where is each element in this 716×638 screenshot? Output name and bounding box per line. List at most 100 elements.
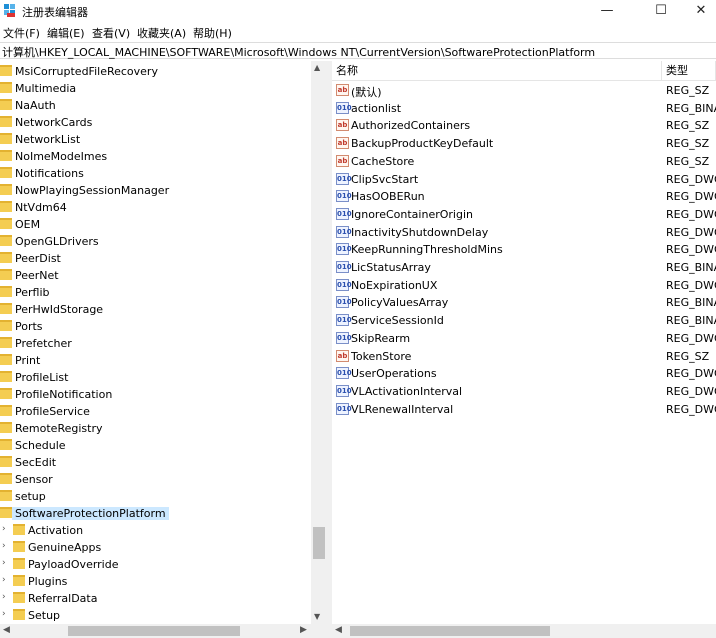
folder-icon <box>13 558 25 569</box>
folder-icon <box>0 201 12 212</box>
value-type: REG_DWO <box>666 278 716 292</box>
tree-item-label: OpenGLDrivers <box>15 235 99 248</box>
menu-edit[interactable]: 编辑(E) <box>47 25 85 41</box>
folder-icon <box>13 575 25 586</box>
value-type: REG_BINA <box>666 314 716 328</box>
string-value-icon: ab <box>336 119 349 132</box>
column-header-name[interactable]: 名称 <box>332 61 662 81</box>
values-horizontal-scrollbar[interactable]: ◀ <box>332 624 716 638</box>
tree-item-label: Sensor <box>15 473 53 486</box>
address-bar[interactable]: 计算机\HKEY_LOCAL_MACHINE\SOFTWARE\Microsof… <box>0 42 716 59</box>
expand-chevron-icon[interactable]: › <box>2 558 6 568</box>
string-value-icon: ab <box>336 137 349 150</box>
value-row[interactable]: 010 LicStatusArray REG_BINA <box>332 259 716 276</box>
tree-item-label: Ports <box>15 320 43 333</box>
menu-bar: 文件(F) 编辑(E) 查看(V) 收藏夹(A) 帮助(H) <box>0 22 716 40</box>
value-row[interactable]: 010UserOperations REG_DWO <box>332 365 716 382</box>
tree-vertical-scrollbar[interactable]: ▲ ▼ <box>311 61 327 624</box>
menu-help[interactable]: 帮助(H) <box>193 25 232 41</box>
value-row[interactable]: 010VLActivationInterval REG_DWO <box>332 383 716 400</box>
minimize-button[interactable]: — <box>584 0 630 22</box>
value-name: LicStatusArray <box>351 261 431 274</box>
expand-chevron-icon[interactable]: › <box>2 609 6 619</box>
folder-icon <box>0 388 12 399</box>
value-type: REG_DWO <box>666 331 716 345</box>
binary-value-icon: 010 <box>336 172 352 185</box>
tree-item-label: NowPlayingSessionManager <box>15 184 170 197</box>
scroll-right-arrow-icon[interactable]: ▶ <box>300 625 307 635</box>
value-row[interactable]: 010VLRenewalInterval REG_DWO <box>332 401 716 418</box>
value-row[interactable]: ab BackupProductKeyDefault REG_SZ <box>332 135 716 152</box>
value-name: HasOOBERun <box>351 190 425 204</box>
folder-icon <box>0 235 12 246</box>
value-row[interactable]: ab TokenStore REG_SZ <box>332 348 716 365</box>
tree-item-label: Print <box>15 354 41 367</box>
value-row[interactable]: 010SkipRearm REG_DWO <box>332 330 716 347</box>
folder-icon <box>0 82 12 93</box>
menu-view[interactable]: 查看(V) <box>92 25 130 41</box>
expand-chevron-icon[interactable]: › <box>2 575 6 585</box>
menu-favorites[interactable]: 收藏夹(A) <box>137 25 186 41</box>
folder-icon <box>0 422 12 433</box>
tree-horizontal-scrollbar[interactable]: ◀ ▶ <box>0 624 327 638</box>
tree-item-label: Perflib <box>15 286 50 299</box>
value-row[interactable]: 010IgnoreContainerOrigin REG_DWO <box>332 206 716 223</box>
binary-value-icon: 010 <box>336 190 352 203</box>
expand-chevron-icon[interactable]: › <box>2 592 6 602</box>
folder-icon <box>0 473 12 484</box>
value-name: InactivityShutdownDelay <box>351 225 489 239</box>
value-row[interactable]: 010HasOOBERun REG_DWO <box>332 188 716 205</box>
value-row[interactable]: ab (默认) REG_SZ <box>332 82 716 99</box>
tree-item-label: setup <box>15 490 46 503</box>
value-type: REG_SZ <box>666 349 710 363</box>
value-row[interactable]: 010KeepRunningThresholdMins REG_DWO <box>332 241 716 258</box>
menu-file[interactable]: 文件(F) <box>3 25 40 41</box>
scroll-up-arrow-icon[interactable]: ▲ <box>314 63 320 72</box>
expand-chevron-icon[interactable]: › <box>2 541 6 551</box>
value-row[interactable]: 010NoExpirationUX REG_DWO <box>332 277 716 294</box>
scroll-left-arrow-icon[interactable]: ◀ <box>3 625 10 635</box>
value-name: IgnoreContainerOrigin <box>351 207 473 221</box>
value-row[interactable]: 010ClipSvcStart REG_DWO <box>332 171 716 188</box>
binary-value-icon: 010 <box>336 225 352 238</box>
values-list: 名称 类型 ab (默认) REG_SZ 010 actionlist REG_BINA a… <box>332 61 716 638</box>
string-value-icon: ab <box>336 84 349 96</box>
value-type: REG_DWO <box>666 190 716 204</box>
scroll-down-arrow-icon[interactable]: ▼ <box>314 612 320 621</box>
scroll-left-arrow-icon[interactable]: ◀ <box>335 625 342 635</box>
folder-icon <box>0 405 12 416</box>
value-type: REG_DWO <box>666 367 716 381</box>
value-row[interactable]: 010 actionlist REG_BINA <box>332 100 716 117</box>
expand-chevron-icon[interactable]: › <box>2 524 6 534</box>
tree-item-label: Activation <box>28 524 84 537</box>
tree-item-label: NtVdm64 <box>15 201 67 214</box>
value-row[interactable]: ab CacheStore REG_SZ <box>332 153 716 170</box>
value-name: BackupProductKeyDefault <box>351 137 494 151</box>
value-name: TokenStore <box>351 349 412 363</box>
folder-icon <box>0 116 12 127</box>
tree-vertical-scroll-thumb[interactable] <box>313 527 325 559</box>
value-type: REG_SZ <box>666 154 710 168</box>
column-header-type[interactable]: 类型 <box>662 61 716 81</box>
tree-item-label: NoImeModeImes <box>15 150 108 163</box>
value-row[interactable]: 010InactivityShutdownDelay REG_DWO <box>332 224 716 241</box>
folder-icon <box>0 184 12 195</box>
value-type: REG_DWO <box>666 225 716 239</box>
tree-item-label: SecEdit <box>15 456 57 469</box>
value-row[interactable]: ab AuthorizedContainers REG_SZ <box>332 117 716 134</box>
close-button[interactable]: ✕ <box>678 0 716 22</box>
value-type: REG_BINA <box>666 296 716 310</box>
values-horizontal-scroll-thumb[interactable] <box>350 626 550 636</box>
address-path[interactable]: 计算机\HKEY_LOCAL_MACHINE\SOFTWARE\Microsof… <box>2 44 595 60</box>
value-row[interactable]: 010 ServiceSessionId REG_BINA <box>332 312 716 329</box>
tree-item-label: Plugins <box>28 575 68 588</box>
binary-value-icon: 010 <box>336 331 352 344</box>
tree-item-label: ReferralData <box>28 592 98 605</box>
folder-icon <box>0 269 12 280</box>
folder-icon <box>0 133 12 144</box>
tree-horizontal-scroll-thumb[interactable] <box>68 626 240 636</box>
window-title: 注册表编辑器 <box>22 6 88 19</box>
value-row[interactable]: 010 PolicyValuesArray REG_BINA <box>332 294 716 311</box>
tree-item-label: Prefetcher <box>15 337 72 350</box>
binary-value-icon: 010 <box>336 261 352 273</box>
